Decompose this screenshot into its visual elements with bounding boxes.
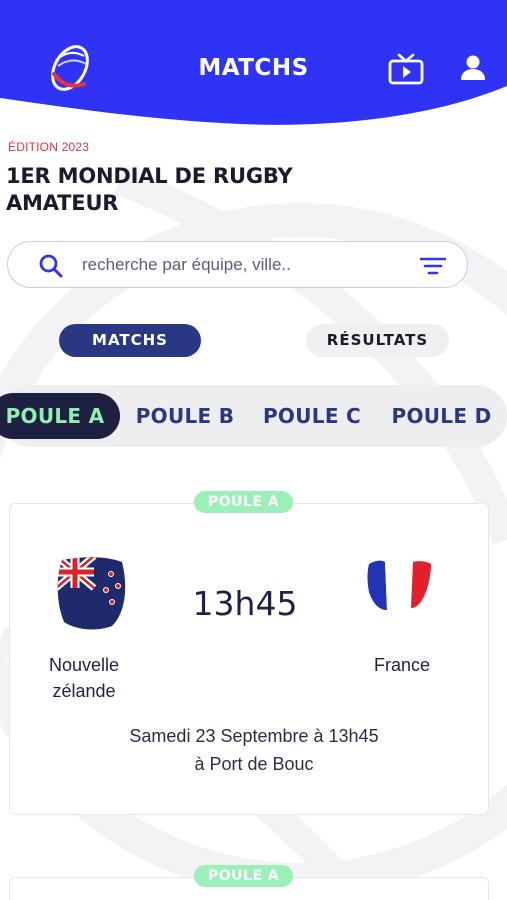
resultats-toggle-button[interactable]: RÉSULTATS <box>306 324 449 357</box>
event-title-line-1: 1ER MONDIAL DE RUGBY <box>6 164 293 188</box>
page-title: MATCHS <box>198 55 309 81</box>
match-venue: à Port de Bouc <box>194 754 314 774</box>
away-team-name: France <box>373 655 431 675</box>
match-date: Samedi 23 Septembre à 13h45 <box>129 726 379 746</box>
search-icon[interactable] <box>38 253 64 279</box>
matchs-toggle-button[interactable]: MATCHS <box>59 324 201 357</box>
tv-play-icon[interactable] <box>388 52 424 86</box>
pool-tabs: POULE A POULE B POULE C POULE D <box>0 385 507 447</box>
user-icon[interactable] <box>458 53 488 83</box>
match-time: 13h45 <box>192 584 298 623</box>
tab-poule-c[interactable]: POULE C <box>257 393 367 439</box>
event-title: 1ER MONDIAL DE RUGBY AMATEUR <box>6 163 426 217</box>
new-zealand-flag-icon <box>57 557 126 630</box>
filter-icon[interactable] <box>420 256 446 276</box>
event-title-line-2: AMATEUR <box>6 191 119 215</box>
tab-poule-a[interactable]: POULE A <box>0 393 120 439</box>
home-team-name-line-1: Nouvelle <box>48 655 120 675</box>
pool-badge: POULE A <box>194 491 294 513</box>
search-input[interactable] <box>82 250 402 280</box>
app-header: MATCHS <box>0 0 507 135</box>
tab-poule-d[interactable]: POULE D <box>384 393 499 439</box>
tab-poule-b[interactable]: POULE B <box>130 393 240 439</box>
match-info: Samedi 23 Septembre à 13h45 à Port de Bo… <box>60 722 448 778</box>
search-bar <box>7 241 468 288</box>
pool-badge: POULE A <box>194 865 294 887</box>
home-team-name-line-2: zélande <box>52 681 116 701</box>
france-flag-icon <box>367 560 431 612</box>
home-team-name: Nouvelle zélande <box>24 652 144 704</box>
edition-label: ÉDITION 2023 <box>8 140 90 154</box>
